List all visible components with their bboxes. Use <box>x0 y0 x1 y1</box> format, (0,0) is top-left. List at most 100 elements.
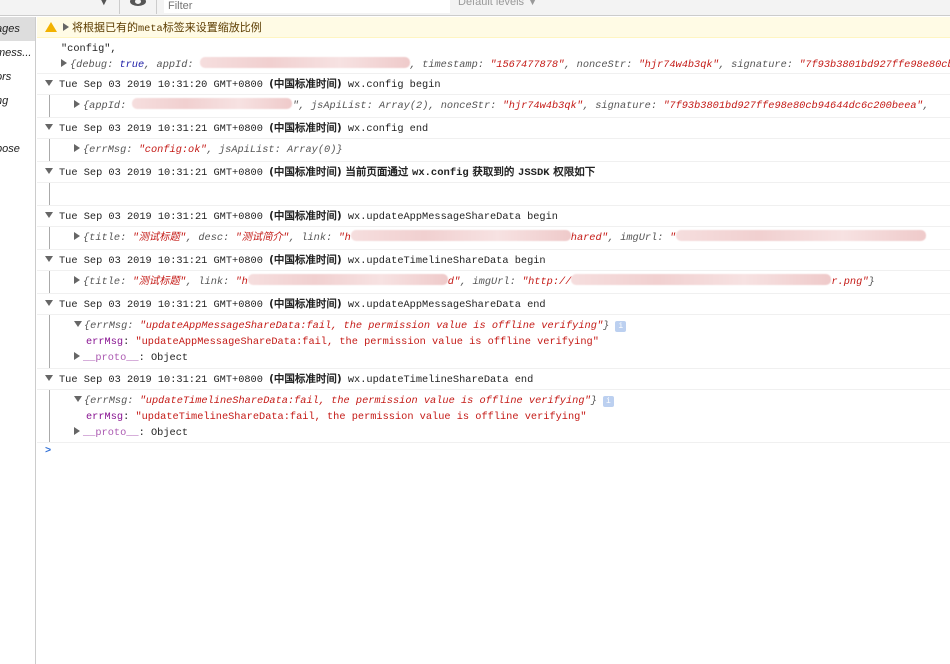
info-icon[interactable]: i <box>615 321 627 332</box>
timezone: (中国标准时间) <box>269 122 342 134</box>
value: "测试标题" <box>132 276 186 288</box>
proto-value: : Object <box>138 352 189 364</box>
group-body: {appId: ", jsApiList: Array(2), nonceStr… <box>37 95 950 118</box>
message: wx.config end <box>341 123 429 135</box>
expand-icon[interactable] <box>74 232 80 240</box>
collapse-icon[interactable] <box>45 80 53 86</box>
timezone: (中国标准时间) <box>269 166 342 178</box>
key: {errMsg: <box>83 144 139 156</box>
warning-message[interactable]: 将根据已有的meta标签来设置缩放比例 <box>37 17 950 38</box>
expand-icon[interactable] <box>63 23 69 31</box>
expand-icon[interactable] <box>74 276 80 284</box>
collapse-icon[interactable] <box>45 256 53 262</box>
key: , timestamp: <box>409 59 491 71</box>
config-log: "config", {debug: true, appId: , timesta… <box>37 38 950 74</box>
value: "h <box>235 276 248 288</box>
sidebar-label: ors <box>0 71 12 83</box>
value: d" <box>447 276 461 288</box>
group-body <box>37 183 950 206</box>
key: , imgUrl: <box>460 276 522 288</box>
message: wx.updateTimelineShareData begin <box>341 255 546 267</box>
sidebar-label: ages <box>0 23 20 35</box>
timestamp: Tue Sep 03 2019 10:31:20 GMT+0800 <box>59 79 270 91</box>
sidebar-label: ng <box>0 95 9 107</box>
value: true <box>119 59 145 71</box>
collapse-icon[interactable] <box>45 375 53 381</box>
property-value: "updateTimelineShareData:fail, the permi… <box>135 411 587 423</box>
key: , <box>922 100 929 112</box>
message: 当前页面通过 <box>341 166 413 178</box>
key: {debug: <box>70 59 120 71</box>
key: ", jsApiList: Array(2), nonceStr: <box>292 100 503 112</box>
value: "hjr74w4b3qk" <box>502 100 583 112</box>
value: "7f93b3801bd927ffe98e80cb94644dc6c200bee… <box>663 100 923 112</box>
warning-code: meta <box>138 23 163 35</box>
timestamp: Tue Sep 03 2019 10:31:21 GMT+0800 <box>59 255 270 267</box>
value: "config:ok" <box>138 144 207 156</box>
key: {title: <box>83 232 133 244</box>
collapse-icon[interactable] <box>74 396 82 402</box>
key: , nonceStr: <box>564 59 639 71</box>
expand-icon[interactable] <box>74 144 80 152</box>
info-icon[interactable]: i <box>602 396 614 407</box>
group-header[interactable]: Tue Sep 03 2019 10:31:21 GMT+0800 (中国标准时… <box>37 162 950 183</box>
key: {title: <box>83 276 133 288</box>
group-header[interactable]: Tue Sep 03 2019 10:31:21 GMT+0800 (中国标准时… <box>37 294 950 315</box>
key: {appId: <box>83 100 133 112</box>
sidebar-item-verbose[interactable]: bose <box>0 137 35 161</box>
message: JSSDK <box>518 167 550 179</box>
filter-input[interactable] <box>164 0 450 13</box>
expand-icon[interactable] <box>74 427 80 435</box>
key: , link: <box>288 232 339 244</box>
sidebar-label: bose <box>0 143 20 155</box>
redacted <box>350 230 571 241</box>
sidebar-item-user-messages[interactable]: mess... <box>0 41 35 65</box>
message: wx.updateAppMessageShareData begin <box>341 211 558 223</box>
property-key: errMsg <box>86 411 124 423</box>
group-header[interactable]: Tue Sep 03 2019 10:31:20 GMT+0800 (中国标准时… <box>37 74 950 95</box>
sidebar-item-errors[interactable]: ors <box>0 65 35 89</box>
message: wx.config <box>412 167 469 179</box>
value: "h <box>338 232 351 244</box>
warning-text: 将根据已有的 <box>72 21 138 34</box>
collapse-icon[interactable] <box>45 300 53 306</box>
key: {errMsg: <box>84 320 140 332</box>
timestamp: Tue Sep 03 2019 10:31:21 GMT+0800 <box>59 374 270 386</box>
key: , appId: <box>144 59 200 71</box>
timezone: (中国标准时间) <box>269 78 342 90</box>
key: } <box>590 395 597 407</box>
value: r.png" <box>831 276 869 288</box>
sidebar-item-messages[interactable]: ages <box>0 17 35 41</box>
group-header[interactable]: Tue Sep 03 2019 10:31:21 GMT+0800 (中国标准时… <box>37 369 950 390</box>
sidebar-item-warnings[interactable]: ng <box>0 89 35 113</box>
collapse-icon[interactable] <box>45 124 53 130</box>
redacted <box>675 230 926 241</box>
collapse-icon[interactable] <box>74 321 82 327</box>
group-body: {errMsg: "config:ok", jsApiList: Array(0… <box>37 139 950 162</box>
eye-icon[interactable] <box>130 0 146 6</box>
timestamp: Tue Sep 03 2019 10:31:21 GMT+0800 <box>59 299 270 311</box>
group-body: {errMsg: "updateTimelineShareData:fail, … <box>37 390 950 443</box>
value: "updateTimelineShareData:fail, the permi… <box>139 395 591 407</box>
expand-icon[interactable] <box>61 59 67 67</box>
group-header[interactable]: Tue Sep 03 2019 10:31:21 GMT+0800 (中国标准时… <box>37 206 950 227</box>
expand-icon[interactable] <box>74 100 80 108</box>
console-prompt[interactable]: > <box>37 443 950 459</box>
redacted <box>199 57 410 68</box>
context-dropdown-icon[interactable]: ▼ <box>100 0 108 7</box>
proto-key: __proto__ <box>83 427 139 439</box>
group-header[interactable]: Tue Sep 03 2019 10:31:21 GMT+0800 (中国标准时… <box>37 118 950 139</box>
log-levels-dropdown[interactable]: Default levels ▼ <box>458 0 538 8</box>
console-sidebar: ages mess... ors ng bose <box>0 17 36 664</box>
sidebar-item-info[interactable] <box>0 113 35 137</box>
expand-icon[interactable] <box>74 352 80 360</box>
key: , imgUrl: <box>607 232 670 244</box>
timestamp: Tue Sep 03 2019 10:31:21 GMT+0800 <box>59 211 270 223</box>
proto-value: : Object <box>138 427 189 439</box>
message: 权限如下 <box>549 166 596 178</box>
value: "测试简介" <box>235 232 289 244</box>
timezone: (中国标准时间) <box>269 254 342 266</box>
collapse-icon[interactable] <box>45 212 53 218</box>
collapse-icon[interactable] <box>45 168 53 174</box>
group-header[interactable]: Tue Sep 03 2019 10:31:21 GMT+0800 (中国标准时… <box>37 250 950 271</box>
